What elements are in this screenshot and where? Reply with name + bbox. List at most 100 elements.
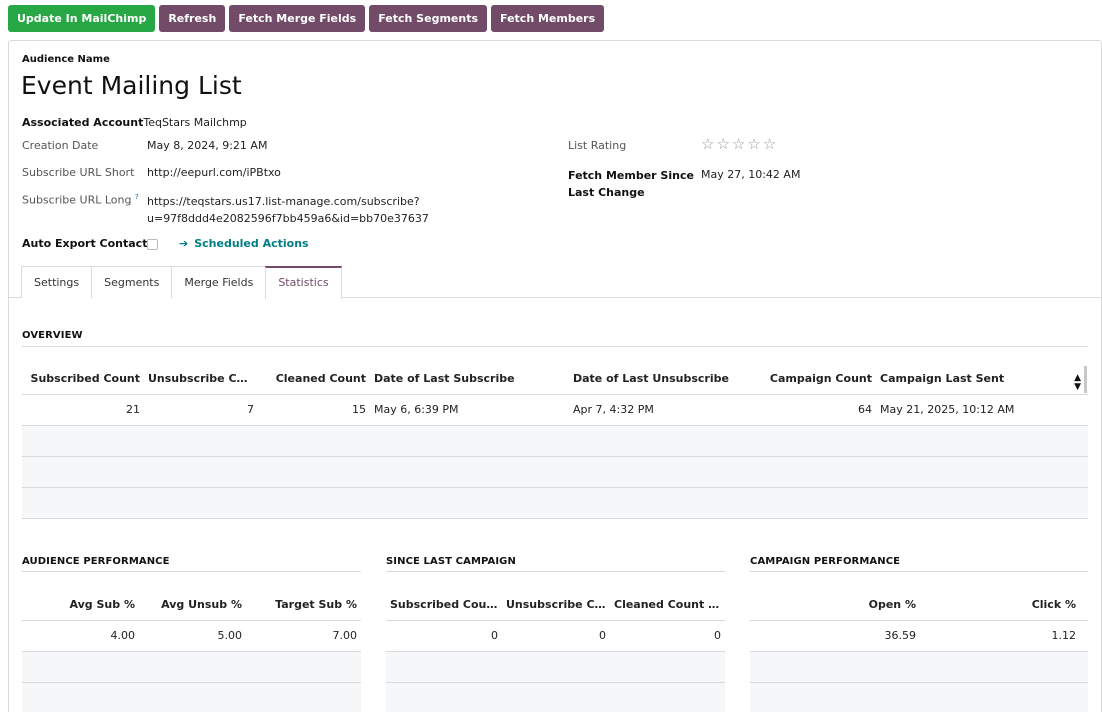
arrow-right-icon: ➔ (179, 237, 189, 250)
column-header-campaign-last-sent[interactable]: Campaign Last Sent ▲ ▼ (876, 363, 1088, 395)
cell-campaign-count: 64 (743, 394, 876, 426)
update-in-mailchimp-button[interactable]: Update In MailChimp (8, 5, 156, 32)
star-icon[interactable]: ☆ (747, 137, 760, 152)
table-scrollbar[interactable] (1084, 366, 1087, 393)
table-row[interactable]: 0 0 0 (386, 620, 725, 652)
empty-row (386, 682, 725, 712)
subscribe-url-long-label-text: Subscribe URL Long (22, 193, 132, 207)
table-row[interactable]: 21 7 15 May 6, 6:39 PM Apr 7, 4:32 PM 64… (22, 394, 1088, 426)
table-row[interactable]: 4.00 5.00 7.00 (22, 620, 361, 652)
tab-merge-fields[interactable]: Merge Fields (171, 266, 266, 298)
subscribe-url-long-value[interactable]: https://teqstars.us17.list-manage.com/su… (147, 193, 429, 227)
cell-subscribed-count: 21 (22, 394, 144, 426)
cell-date-last-unsubscribe: Apr 7, 4:32 PM (569, 394, 743, 426)
campaign-performance-title: CAMPAIGN PERFORMANCE (750, 556, 901, 567)
fetch-member-since-label-line2: Last Change (568, 186, 645, 199)
empty-row (22, 487, 1088, 519)
column-header-click-percent[interactable]: Click % (920, 589, 1088, 621)
column-header-subscribed-count[interactable]: Subscribed Count (22, 363, 144, 395)
auto-export-label: Auto Export Contact? (22, 237, 154, 250)
campaign-performance-divider (750, 571, 1088, 572)
sort-icon[interactable]: ▲ ▼ (1074, 374, 1081, 392)
column-header-date-last-unsubscribe[interactable]: Date of Last Unsubscribe (569, 363, 743, 395)
fetch-merge-fields-button[interactable]: Fetch Merge Fields (229, 5, 366, 32)
cell-cleaned-count-since: 0 (610, 620, 725, 652)
cell-avg-unsub: 5.00 (139, 620, 246, 652)
toolbar: Update In MailChimp Refresh Fetch Merge … (8, 5, 605, 32)
fetch-segments-button[interactable]: Fetch Segments (369, 5, 488, 32)
table-row[interactable]: 36.59 1.12 (750, 620, 1088, 652)
empty-row (750, 651, 1088, 683)
auto-export-checkbox[interactable] (147, 239, 158, 250)
column-header-date-last-subscribe[interactable]: Date of Last Subscribe (370, 363, 569, 395)
column-header-campaign-count[interactable]: Campaign Count (743, 363, 876, 395)
tab-settings[interactable]: Settings (21, 266, 92, 298)
column-header-cleaned-count[interactable]: Cleaned Count (258, 363, 370, 395)
star-icon[interactable]: ☆ (701, 137, 714, 152)
overview-header-row: Subscribed Count Unsubscribe Count Clean… (22, 363, 1088, 395)
subscribe-url-short-label: Subscribe URL Short (22, 166, 135, 179)
star-icon[interactable]: ☆ (732, 137, 745, 152)
column-header-unsubscribe-count-since[interactable]: Unsubscribe Count (502, 589, 610, 621)
overview-table: Subscribed Count Unsubscribe Count Clean… (22, 363, 1088, 519)
scheduled-actions-link[interactable]: ➔ Scheduled Actions (179, 237, 309, 250)
empty-row (22, 651, 361, 683)
audience-performance-divider (22, 571, 361, 572)
refresh-button[interactable]: Refresh (159, 5, 226, 32)
list-rating-label: List Rating (568, 139, 627, 152)
column-header-avg-sub[interactable]: Avg Sub % (22, 589, 139, 621)
since-last-campaign-table: Subscribed Coun... Unsubscribe Count Cle… (386, 589, 725, 712)
fetch-member-since-label: Fetch Member Since Last Change (568, 167, 694, 201)
column-header-avg-unsub[interactable]: Avg Unsub % (139, 589, 246, 621)
campaign-performance-table: Open % Click % 36.59 1.12 (750, 589, 1088, 712)
cell-campaign-last-sent: May 21, 2025, 10:12 AM (876, 394, 1088, 426)
cell-open-percent: 36.59 (750, 620, 920, 652)
subscribe-url-short-value[interactable]: http://eepurl.com/iPBtxo (147, 166, 281, 179)
overview-title: OVERVIEW (22, 330, 83, 341)
notebook-tabs: Settings Segments Merge Fields Statistic… (21, 266, 342, 299)
campaign-performance-header-row: Open % Click % (750, 589, 1088, 621)
star-icon[interactable]: ☆ (716, 137, 729, 152)
overview-divider (22, 346, 1088, 347)
form-sheet: Audience Name Event Mailing List Associa… (8, 40, 1102, 712)
cell-avg-sub: 4.00 (22, 620, 139, 652)
associated-account-value[interactable]: TeqStars Mailchmp (143, 116, 246, 129)
empty-row (22, 682, 361, 712)
associated-account-row: Associated AccountTeqStars Mailchmp (22, 116, 247, 129)
empty-row (750, 682, 1088, 712)
creation-date-label: Creation Date (22, 139, 99, 152)
audience-performance-title: AUDIENCE PERFORMANCE (22, 556, 170, 567)
list-rating-stars[interactable]: ☆ ☆ ☆ ☆ ☆ (701, 137, 776, 152)
fetch-members-button[interactable]: Fetch Members (491, 5, 605, 32)
cell-unsubscribe-count-since: 0 (502, 620, 610, 652)
subscribe-url-long-line1: https://teqstars.us17.list-manage.com/su… (147, 195, 420, 208)
column-header-open-percent[interactable]: Open % (750, 589, 920, 621)
cell-target-sub: 7.00 (246, 620, 361, 652)
empty-row (22, 456, 1088, 488)
star-icon[interactable]: ☆ (763, 137, 776, 152)
empty-row (22, 425, 1088, 457)
scheduled-actions-label: Scheduled Actions (194, 237, 309, 250)
audience-name-field[interactable]: Event Mailing List (21, 71, 242, 100)
column-header-target-sub[interactable]: Target Sub % (246, 589, 361, 621)
tab-statistics[interactable]: Statistics (265, 266, 342, 299)
column-header-cleaned-count-since[interactable]: Cleaned Count S... (610, 589, 725, 621)
creation-date-value: May 8, 2024, 9:21 AM (147, 139, 268, 152)
cell-date-last-subscribe: May 6, 6:39 PM (370, 394, 569, 426)
help-icon[interactable]: ? (135, 193, 139, 201)
subscribe-url-long-line2: u=97f8ddd4e2082596f7bb459a6&id=bb70e3763… (147, 212, 429, 225)
cell-subscribed-count-since: 0 (386, 620, 502, 652)
since-last-campaign-title: SINCE LAST CAMPAIGN (386, 556, 516, 567)
fetch-member-since-label-line1: Fetch Member Since (568, 169, 694, 182)
column-header-subscribed-count-since[interactable]: Subscribed Coun... (386, 589, 502, 621)
since-last-campaign-divider (386, 571, 725, 572)
empty-row (386, 651, 725, 683)
column-header-unsubscribe-count[interactable]: Unsubscribe Count (144, 363, 258, 395)
audience-performance-header-row: Avg Sub % Avg Unsub % Target Sub % (22, 589, 361, 621)
since-last-campaign-header-row: Subscribed Coun... Unsubscribe Count Cle… (386, 589, 725, 621)
tab-segments[interactable]: Segments (91, 266, 172, 298)
audience-performance-table: Avg Sub % Avg Unsub % Target Sub % 4.00 … (22, 589, 361, 712)
fetch-member-since-value[interactable]: May 27, 10:42 AM (701, 168, 800, 181)
cell-cleaned-count: 15 (258, 394, 370, 426)
subscribe-url-long-label: Subscribe URL Long ? (22, 193, 139, 207)
